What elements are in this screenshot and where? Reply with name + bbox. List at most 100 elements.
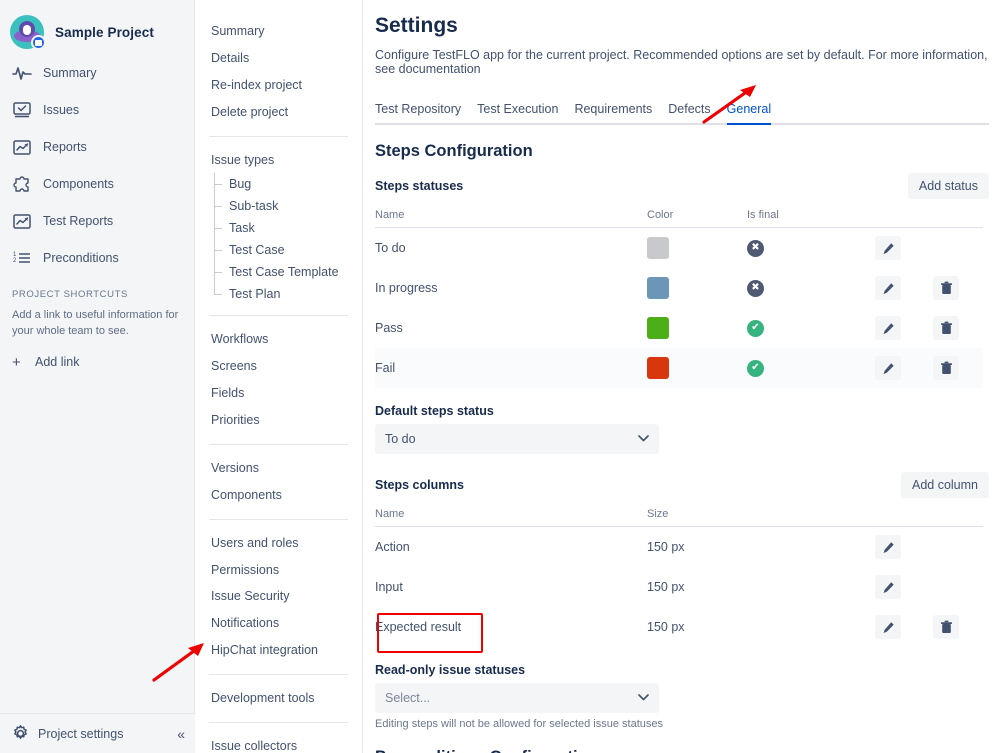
edit-column-button[interactable]	[875, 615, 901, 639]
double-chevron-left-icon[interactable]: «	[177, 726, 185, 742]
add-link-button[interactable]: + Add link	[12, 355, 182, 370]
settings-nav-item-screens[interactable]: Screens	[195, 353, 362, 380]
settings-nav-item-hipchat[interactable]: HipChat integration	[195, 637, 362, 664]
settings-nav-item-users-and-roles[interactable]: Users and roles	[195, 530, 362, 557]
default-steps-status-select[interactable]: To do	[375, 424, 659, 454]
table-row: Action 150 px	[375, 527, 983, 568]
sidebar-item-reports[interactable]: Reports	[0, 133, 194, 161]
settings-nav-item-issue-types[interactable]: Issue types	[195, 147, 362, 174]
add-status-button[interactable]: Add status	[907, 173, 989, 199]
shortcuts-heading: PROJECT SHORTCUTS	[12, 289, 128, 300]
steps-configuration-heading: Steps Configuration	[375, 142, 533, 160]
tab-requirements[interactable]: Requirements	[574, 102, 652, 123]
edit-status-button[interactable]	[875, 236, 901, 260]
settings-nav-group-issue-types: Issue types Bug Sub-task Task Test Case …	[195, 147, 362, 306]
issue-types-tree: Bug Sub-task Task Test Case Test Case Te…	[211, 173, 362, 305]
steps-columns-header: Steps columns Add column	[375, 472, 989, 498]
column-size: 150 px	[647, 540, 685, 554]
numbered-list-icon: 12	[12, 249, 32, 267]
app-root: Sample Project Summary Issues Reports Co…	[0, 0, 999, 753]
settings-nav-group-project: Summary Details Re-index project Delete …	[195, 18, 362, 126]
tree-item-test-plan[interactable]: Test Plan	[211, 283, 362, 305]
readonly-issue-statuses-select[interactable]: Select...	[375, 683, 659, 713]
project-header: Sample Project	[0, 0, 194, 52]
tree-item-bug[interactable]: Bug	[211, 173, 362, 195]
delete-column-button[interactable]	[933, 615, 959, 639]
delete-status-button[interactable]	[933, 316, 959, 340]
table-header-row: Name Color Is final	[375, 205, 983, 228]
project-avatar	[10, 15, 46, 50]
settings-nav-group-config: Workflows Screens Fields Priorities	[195, 326, 362, 434]
column-size: 150 px	[647, 620, 685, 634]
divider	[209, 443, 348, 445]
steps-statuses-table: Name Color Is final To do ✖ In progress …	[375, 205, 983, 388]
monitor-check-icon	[12, 101, 32, 119]
table-row: To do ✖	[375, 228, 983, 269]
project-settings-footer[interactable]: Project settings «	[0, 713, 195, 753]
tab-test-repository[interactable]: Test Repository	[375, 102, 461, 123]
add-column-button[interactable]: Add column	[900, 472, 989, 498]
edit-column-button[interactable]	[875, 575, 901, 599]
sidebar-item-preconditions[interactable]: 12 Preconditions	[0, 244, 194, 272]
column-header-color: Color	[647, 205, 747, 228]
table-row: Expected result 150 px	[375, 607, 983, 647]
sidebar-item-components[interactable]: Components	[0, 170, 194, 198]
settings-nav-item-versions[interactable]: Versions	[195, 455, 362, 482]
sidebar-label: Issues	[43, 103, 80, 117]
settings-nav-item-issue-collectors[interactable]: Issue collectors	[195, 733, 362, 753]
puzzle-icon	[12, 175, 32, 193]
settings-nav-item-delete[interactable]: Delete project	[195, 99, 362, 126]
divider	[209, 518, 348, 520]
edit-status-button[interactable]	[875, 316, 901, 340]
project-name: Sample Project	[55, 24, 154, 40]
edit-column-button[interactable]	[875, 535, 901, 559]
settings-nav-item-permissions[interactable]: Permissions	[195, 557, 362, 584]
default-steps-status-label: Default steps status	[375, 404, 494, 418]
delete-status-button[interactable]	[933, 276, 959, 300]
settings-nav-item-priorities[interactable]: Priorities	[195, 407, 362, 434]
sidebar-item-summary[interactable]: Summary	[0, 59, 194, 87]
gear-icon	[12, 725, 29, 742]
settings-nav-item-components[interactable]: Components	[195, 482, 362, 509]
preconditions-configuration-heading: Preconditions Configuration	[375, 748, 999, 753]
delete-status-button[interactable]	[933, 356, 959, 380]
tab-general[interactable]: General	[726, 102, 772, 125]
settings-nav-item-development-tools[interactable]: Development tools	[195, 685, 362, 712]
settings-nav-item-summary[interactable]: Summary	[195, 18, 362, 45]
tab-defects[interactable]: Defects	[668, 102, 710, 123]
color-swatch	[647, 357, 669, 379]
ufo-window-shape	[23, 25, 31, 35]
is-final-yes-icon: ✔	[747, 359, 764, 377]
column-header-size: Size	[647, 504, 875, 527]
tree-item-test-case-template[interactable]: Test Case Template	[211, 261, 362, 283]
settings-nav-item-notifications[interactable]: Notifications	[195, 610, 362, 637]
sidebar-label: Reports	[43, 140, 87, 154]
tree-item-sub-task[interactable]: Sub-task	[211, 195, 362, 217]
settings-nav-item-issue-security[interactable]: Issue Security	[195, 583, 362, 610]
settings-nav-item-fields[interactable]: Fields	[195, 380, 362, 407]
settings-nav-item-workflows[interactable]: Workflows	[195, 326, 362, 353]
settings-nav-group-users: Users and roles Permissions Issue Securi…	[195, 530, 362, 664]
readonly-issue-statuses-help: Editing steps will not be allowed for se…	[375, 718, 663, 730]
table-row: In progress ✖	[375, 268, 983, 308]
column-name: Input	[375, 580, 403, 594]
sidebar-item-test-reports[interactable]: Test Reports	[0, 207, 194, 235]
readonly-issue-statuses-label: Read-only issue statuses	[375, 663, 526, 677]
tree-item-test-case[interactable]: Test Case	[211, 239, 362, 261]
is-final-yes-icon: ✔	[747, 319, 764, 337]
plus-icon: +	[12, 353, 21, 371]
settings-nav-item-reindex[interactable]: Re-index project	[195, 72, 362, 99]
sidebar-item-issues[interactable]: Issues	[0, 96, 194, 124]
edit-status-button[interactable]	[875, 356, 901, 380]
svg-text:2: 2	[13, 258, 17, 264]
settings-nav-item-details[interactable]: Details	[195, 45, 362, 72]
edit-status-button[interactable]	[875, 276, 901, 300]
sidebar-label: Components	[43, 177, 114, 191]
column-header-name: Name	[375, 205, 647, 228]
settings-tabs: Test Repository Test Execution Requireme…	[375, 102, 989, 125]
status-name: To do	[375, 241, 406, 255]
tree-item-task[interactable]: Task	[211, 217, 362, 239]
tab-test-execution[interactable]: Test Execution	[477, 102, 558, 123]
page-title: Settings	[375, 14, 458, 37]
avatar-badge-icon	[31, 35, 46, 50]
